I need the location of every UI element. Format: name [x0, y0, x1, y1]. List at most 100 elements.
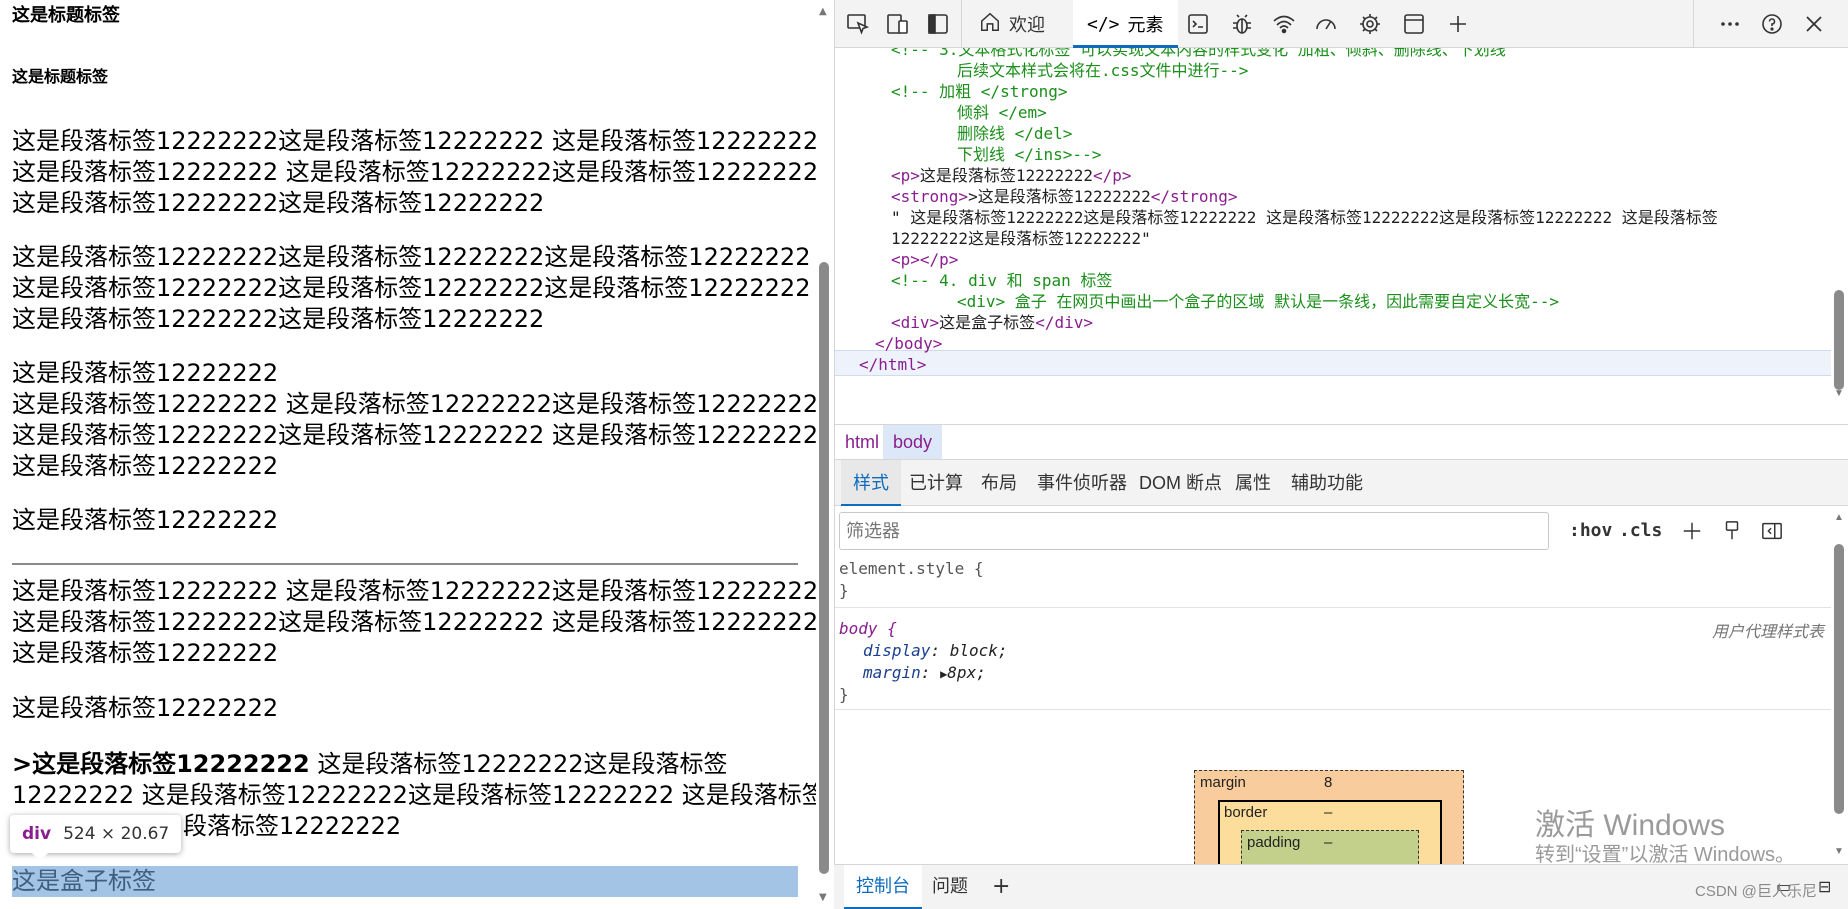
- rule-close-brace: }: [839, 685, 849, 704]
- hover-state-button[interactable]: :hov: [1569, 514, 1612, 548]
- add-drawer-tab-icon[interactable]: +: [980, 865, 1022, 909]
- rule-divider: [835, 607, 1831, 608]
- tab-properties[interactable]: 属性: [1223, 460, 1283, 506]
- scroll-down-icon[interactable]: ▼: [1834, 388, 1844, 399]
- scroll-down-icon[interactable]: ▼: [819, 892, 827, 903]
- scrollbar-thumb[interactable]: [1834, 544, 1844, 814]
- breadcrumb-html[interactable]: html: [835, 425, 889, 459]
- tab-layout[interactable]: 布局: [969, 460, 1029, 506]
- breadcrumb-body[interactable]: body: [883, 425, 943, 459]
- html-tag-token: </p>: [1092, 166, 1132, 185]
- tab-welcome-label: 欢迎: [1009, 15, 1045, 35]
- tab-elements[interactable]: </> 元素: [1073, 0, 1178, 48]
- tooltip-tag: div: [22, 824, 52, 844]
- css-declaration-display[interactable]: display: block;: [863, 640, 1008, 662]
- paragraph-line: 这是段落标签12222222: [12, 639, 279, 667]
- body-selector[interactable]: body {: [839, 618, 897, 640]
- network-icon[interactable]: [1271, 11, 1297, 37]
- paragraph-line: 这是段落标签12222222这是段落标签12222222: [12, 305, 545, 333]
- styles-scrollbar[interactable]: ▲ ▼: [1831, 512, 1847, 857]
- help-icon[interactable]: [1759, 11, 1785, 37]
- tab-accessibility[interactable]: 辅助功能: [1279, 460, 1375, 506]
- home-icon: [979, 11, 1001, 38]
- html-tag-token: <p>: [891, 166, 920, 185]
- box-model-padding-label: padding: [1247, 834, 1301, 851]
- paragraph-line: 这是段落标签12222222这是段落标签12222222: [12, 189, 545, 217]
- html-tag-token: </strong>: [1150, 187, 1238, 206]
- html-tag-token: <strong>: [891, 187, 969, 206]
- devtools-toolbar: 欢迎 </> 元素: [835, 0, 1848, 48]
- box-model-padding-value[interactable]: –: [1324, 834, 1332, 851]
- paragraph-line: 12222222 这是段落标签12222222这是段落标签12222222 这是…: [12, 781, 818, 809]
- console-icon[interactable]: [1185, 11, 1211, 37]
- paragraph-line: 这是段落标签12222222: [12, 694, 279, 722]
- dom-tree-scrollbar[interactable]: ▼: [1831, 48, 1847, 423]
- box-model-border-value[interactable]: –: [1324, 804, 1332, 821]
- device-emulation-icon[interactable]: [885, 11, 911, 37]
- paragraph-line: 这是段落标签12222222: [12, 359, 279, 387]
- rule-close-brace: }: [839, 581, 849, 600]
- application-icon[interactable]: [1401, 11, 1427, 37]
- scroll-down-icon[interactable]: ▼: [1834, 846, 1844, 857]
- toggle-sidebar-icon[interactable]: [1759, 518, 1785, 544]
- css-declaration-margin[interactable]: margin: ▶8px;: [863, 662, 986, 685]
- paragraph-line: 这是段落标签12222222这是段落标签12222222 这是段落标签12222…: [12, 127, 818, 155]
- paragraph-line: 这是段落标签12222222这是段落标签12222222这是段落标签122222…: [12, 274, 811, 302]
- dom-tree[interactable]: <!-- 3.文本格式化标签 可以实现文本内容的样式变化 加粗、倾斜、删除线、下…: [835, 48, 1848, 423]
- strong-text: >这是段落标签12222222: [12, 750, 310, 778]
- paragraph-1: 这是段落标签12222222这是段落标签12222222 这是段落标签12222…: [12, 126, 818, 219]
- tab-issues[interactable]: 问题: [920, 865, 980, 909]
- scroll-up-icon[interactable]: ▲: [1834, 512, 1844, 523]
- user-agent-stylesheet-label: 用户代理样式表: [1711, 624, 1824, 641]
- html-tag-token: <p></p>: [891, 250, 959, 269]
- inspect-icon[interactable]: [845, 11, 871, 37]
- element-style-selector[interactable]: element.style {: [839, 558, 984, 580]
- new-rule-icon[interactable]: [1679, 518, 1705, 544]
- page-scrollbar[interactable]: ▲ ▼: [816, 0, 832, 909]
- strong-rest-text: 这是段落标签12222222这是段落标签: [309, 750, 728, 778]
- paragraph-line: 这是段落标签12222222 这是段落标签12222222这是段落标签12222…: [12, 577, 818, 605]
- style-rules: element.style { } body { display: block;…: [835, 556, 1831, 711]
- dock-side-icon[interactable]: [925, 11, 951, 37]
- tab-styles[interactable]: 样式: [841, 460, 901, 506]
- css-property-value: 8px;: [947, 663, 986, 682]
- text-node-token: >这是段落标签12222222: [968, 187, 1151, 206]
- html-tag-token: </div>: [1035, 313, 1093, 332]
- more-options-icon[interactable]: [1717, 11, 1743, 37]
- add-tool-icon[interactable]: [1445, 11, 1471, 37]
- breadcrumb: html body: [835, 424, 1848, 460]
- paragraph-5: 这是段落标签12222222 这是段落标签12222222这是段落标签12222…: [12, 576, 818, 669]
- dom-tree-line[interactable]: </html>: [859, 353, 926, 377]
- paragraph-line: 这是段落标签12222222这是段落标签12222222这是段落标签122222…: [12, 243, 811, 271]
- scrollbar-thumb[interactable]: [819, 262, 829, 874]
- styles-tab-bar: 样式 已计算 布局 事件侦听器 DOM 断点 属性 辅助功能: [835, 460, 1848, 506]
- close-icon[interactable]: [1801, 11, 1827, 37]
- windows-activation-hint: 转到“设置”以激活 Windows。: [1535, 844, 1796, 866]
- paint-brush-icon[interactable]: [1719, 518, 1745, 544]
- paragraph-line: 这是段落标签12222222: [12, 452, 279, 480]
- performance-icon[interactable]: [1313, 11, 1339, 37]
- paragraph-4: 这是段落标签12222222: [12, 505, 802, 536]
- paragraph-3: 这是段落标签12222222 这是段落标签12222222 这是段落标签1222…: [12, 358, 818, 482]
- element-inspect-tooltip: div 524 × 20.67: [10, 815, 182, 861]
- scroll-up-icon[interactable]: ▲: [819, 6, 827, 17]
- styles-filter-input[interactable]: 筛选器: [839, 512, 1549, 550]
- highlighted-div[interactable]: 这是盒子标签: [12, 866, 798, 897]
- tab-computed[interactable]: 已计算: [897, 460, 975, 506]
- box-model-margin-label: margin: [1200, 774, 1246, 791]
- tab-dom-breakpoints[interactable]: DOM 断点: [1127, 460, 1234, 506]
- box-model-margin-value[interactable]: 8: [1324, 774, 1332, 791]
- horizontal-rule: [12, 563, 798, 565]
- text-node-token: 这是段落标签12222222: [919, 166, 1093, 185]
- tab-event-listeners[interactable]: 事件侦听器: [1025, 460, 1139, 506]
- paragraph-line: 这是段落标签12222222这是段落标签12222222 这是段落标签12222…: [12, 421, 818, 449]
- memory-icon[interactable]: [1357, 11, 1383, 37]
- bug-icon[interactable]: [1229, 11, 1255, 37]
- csdn-watermark: CSDN @巨人乐尼: [1695, 883, 1817, 900]
- tab-welcome[interactable]: 欢迎: [965, 0, 1059, 48]
- box-model-border-label: border: [1224, 804, 1268, 821]
- class-toggle-button[interactable]: .cls: [1619, 514, 1662, 548]
- page-preview: 这是标题标签 这是标题标签 这是段落标签12222222这是段落标签122222…: [0, 0, 818, 909]
- tab-console[interactable]: 控制台: [844, 865, 922, 909]
- scrollbar-thumb[interactable]: [1834, 290, 1844, 390]
